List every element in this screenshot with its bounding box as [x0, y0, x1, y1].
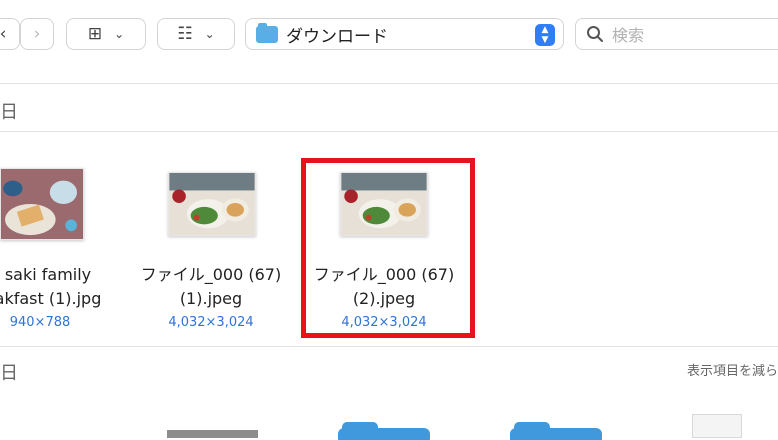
file-thumbnail[interactable]: [168, 172, 256, 236]
toolbar-divider: [0, 83, 778, 84]
back-button[interactable]: ‹: [0, 18, 20, 50]
file-thumbnail[interactable]: [167, 430, 258, 438]
file-dimensions: 940×788: [9, 315, 71, 330]
grid-view-icon: ⊞: [87, 24, 103, 44]
section-divider: [0, 346, 778, 347]
finder-toolbar: ‹ › ⊞ ⌄ ☷ ⌄ ダウンロード ▲ ▼ 検索: [0, 0, 778, 72]
section-title: 日: [0, 102, 18, 123]
chevron-down-icon: ⌄: [204, 27, 215, 41]
stepper-icon[interactable]: ▲ ▼: [535, 24, 555, 46]
forward-button[interactable]: ›: [20, 18, 54, 50]
path-popup[interactable]: ダウンロード ▲ ▼: [245, 18, 564, 50]
file-name-line: (1).jpeg: [179, 289, 243, 308]
search-placeholder: 検索: [612, 26, 645, 45]
file-name-line: ファイル_000 (67): [140, 265, 282, 284]
folder-icon: [256, 22, 278, 43]
path-label: ダウンロード: [286, 26, 388, 47]
search-icon: [587, 26, 603, 42]
photo-image: [169, 173, 255, 235]
file-name[interactable]: ファイル_000 (67) (1).jpeg: [131, 263, 291, 311]
file-name-line: saki family: [4, 265, 92, 284]
photo-image: [1, 169, 83, 239]
highlight-box: [301, 158, 475, 338]
search-field[interactable]: 検索: [575, 18, 778, 50]
file-dimensions: 4,032×3,024: [168, 315, 254, 330]
show-less-button[interactable]: 表示項目を減ら: [687, 360, 778, 379]
folder-icon[interactable]: [338, 422, 430, 440]
document-icon[interactable]: [692, 414, 742, 438]
folder-icon[interactable]: [510, 422, 602, 440]
file-thumbnail[interactable]: [0, 168, 84, 240]
file-name[interactable]: saki family akfast (1).jpg: [0, 263, 128, 311]
file-name-line: akfast (1).jpg: [0, 289, 102, 308]
view-mode-button[interactable]: ⊞ ⌄: [66, 18, 146, 50]
chevron-down-icon: ⌄: [114, 27, 125, 41]
section-title: 日: [0, 363, 18, 384]
section-divider: [0, 131, 778, 132]
group-by-icon: ☷: [177, 24, 193, 44]
chevron-left-icon: ‹: [0, 24, 7, 44]
chevron-right-icon: ›: [33, 24, 41, 44]
group-by-button[interactable]: ☷ ⌄: [157, 18, 235, 50]
